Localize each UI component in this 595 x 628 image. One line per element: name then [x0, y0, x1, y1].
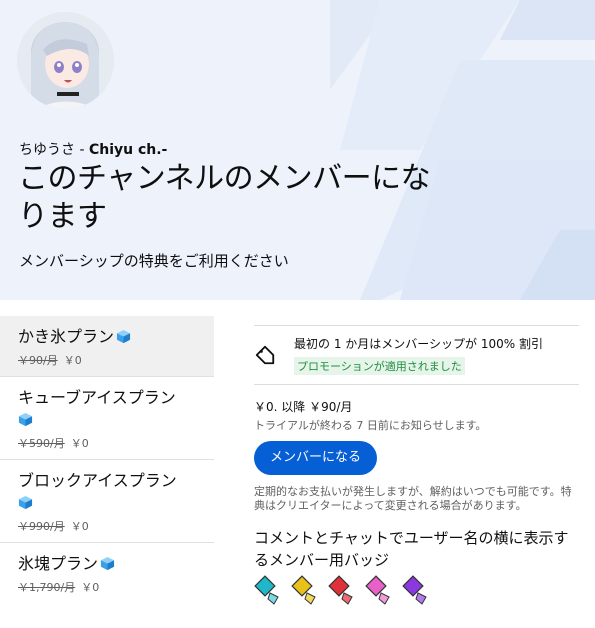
- plan-name: かき氷プラン: [18, 327, 115, 346]
- ice-cube-icon: [18, 495, 33, 510]
- discount-price: ￥0: [70, 437, 89, 450]
- page-title: このチャンネルのメンバーになります: [18, 161, 431, 234]
- plan-name: ブロックアイスプラン: [18, 471, 177, 490]
- channel-name: ちゆうさ - Chiyu ch.-: [19, 139, 167, 159]
- promo-applied-badge: プロモーションが適用されました: [294, 357, 465, 375]
- plan-item-hyokai[interactable]: 氷塊プラン ￥1,790/月 ￥0: [0, 543, 214, 603]
- badges-title: コメントとチャットでユーザー名の横に表示するメンバー用バッジ: [254, 529, 569, 569]
- promo-section: 最初の 1 か月はメンバーシップが 100% 割引 プロモーションが適用されまし…: [254, 325, 579, 385]
- channel-header: ちゆうさ - Chiyu ch.- このチャンネルのメンバーになります メンバー…: [0, 0, 595, 300]
- member-badge-icon: [402, 575, 427, 605]
- original-price: ￥1,790/月: [18, 581, 76, 594]
- plan-item-kakigori[interactable]: かき氷プラン ￥90/月 ￥0: [0, 316, 214, 377]
- page-subtitle: メンバーシップの特典をご利用ください: [19, 252, 289, 270]
- ice-cube-icon: [18, 412, 33, 427]
- original-price: ￥590/月: [18, 437, 65, 450]
- plan-item-block-ice[interactable]: ブロックアイスプラン ￥990/月 ￥0: [0, 460, 214, 543]
- channel-avatar: [17, 12, 114, 109]
- ice-cube-icon: [100, 556, 115, 571]
- plan-list: かき氷プラン ￥90/月 ￥0 キューブアイスプラン ￥590/月 ￥0 ブロックア…: [0, 316, 214, 603]
- ice-cube-icon: [116, 329, 131, 344]
- price-line: ￥0. 以降 ￥90/月: [254, 400, 353, 414]
- trial-note: トライアルが終わる 7 日前にお知らせします。: [254, 419, 487, 432]
- member-badges: [254, 575, 579, 605]
- plan-name: キューブアイスプラン: [18, 388, 176, 407]
- member-badge-icon: [328, 575, 353, 605]
- plan-name: 氷塊プラン: [18, 554, 99, 573]
- discount-price: ￥0: [81, 581, 100, 594]
- promo-text: 最初の 1 か月はメンバーシップが 100% 割引: [294, 337, 543, 351]
- member-badge-icon: [291, 575, 316, 605]
- membership-offer: 最初の 1 か月はメンバーシップが 100% 割引 プロモーションが適用されまし…: [254, 325, 579, 605]
- member-badge-icon: [254, 575, 279, 605]
- discount-price: ￥0: [63, 354, 82, 367]
- plan-item-cube-ice[interactable]: キューブアイスプラン ￥590/月 ￥0: [0, 377, 214, 460]
- original-price: ￥90/月: [18, 354, 58, 367]
- disclaimer-text: 定期的なお支払いが発生しますが、解約はいつでも可能です。特典はクリエイターによっ…: [254, 485, 572, 512]
- channel-name-en: Chiyu ch.-: [88, 142, 168, 158]
- tag-icon: [255, 345, 275, 365]
- join-button[interactable]: メンバーになる: [254, 441, 378, 475]
- channel-name-jp: ちゆうさ -: [19, 142, 89, 158]
- original-price: ￥990/月: [18, 520, 65, 533]
- member-badge-icon: [365, 575, 390, 605]
- discount-price: ￥0: [70, 520, 89, 533]
